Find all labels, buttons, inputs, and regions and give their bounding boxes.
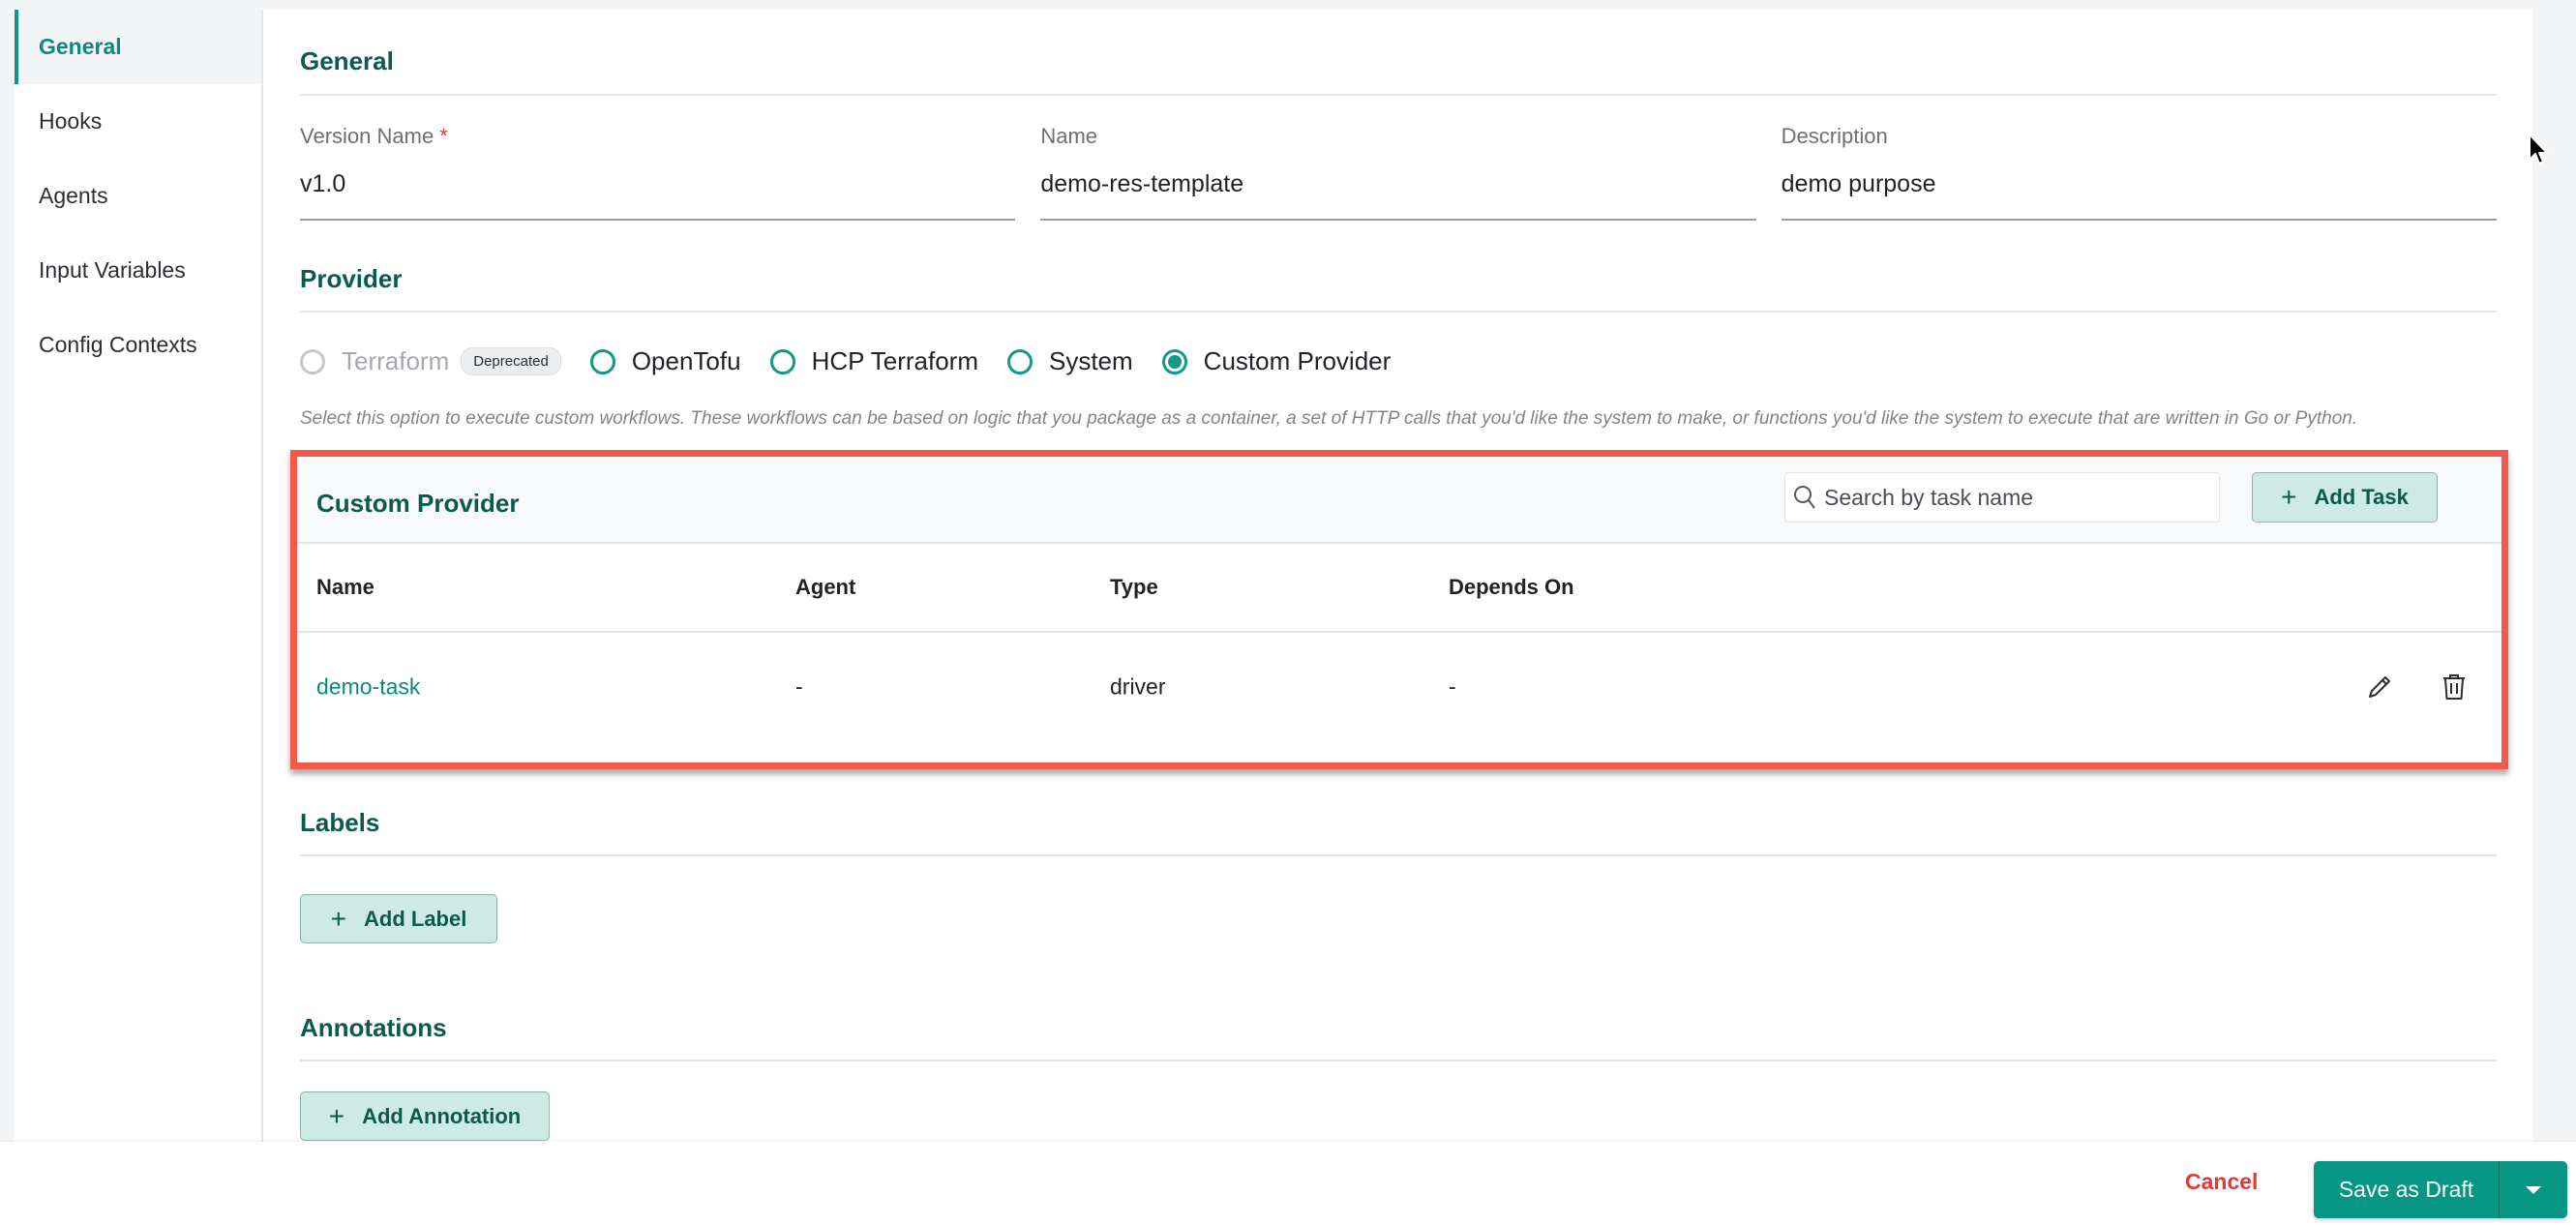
version-name-label-text: Version Name: [300, 124, 434, 148]
task-agent: -: [795, 673, 803, 700]
add-annotation-button[interactable]: + Add Annotation: [300, 1091, 550, 1141]
plus-icon: +: [2281, 482, 2297, 512]
cancel-button[interactable]: Cancel: [2185, 1169, 2258, 1195]
caret-down-icon: [2526, 1185, 2541, 1194]
description-field: Description demo purpose: [1781, 124, 2497, 221]
task-type: driver: [1110, 673, 1166, 700]
add-label-text: Add Label: [364, 906, 467, 931]
provider-section-title: Provider: [300, 264, 403, 293]
footer-bar: Cancel Save as Draft: [0, 1142, 2576, 1225]
custom-provider-header: Custom Provider + Add Task: [297, 457, 2501, 544]
main-panel: General Hooks Agents Input Variables Con…: [15, 10, 2532, 1142]
mouse-cursor-icon: [2529, 134, 2548, 164]
provider-radio-group: Terraform Deprecated OpenTofu HCP Terraf…: [300, 346, 1420, 376]
table-header: Name Agent Type Depends On: [297, 544, 2501, 633]
radio-opentofu[interactable]: OpenTofu: [589, 346, 741, 376]
labels-section-title: Labels: [300, 808, 380, 837]
radio-circle-icon: [769, 348, 795, 374]
task-search: [1784, 472, 2220, 523]
sidebar-item-config-contexts[interactable]: Config Contexts: [15, 308, 261, 382]
required-mark: *: [439, 124, 448, 148]
version-name-input[interactable]: v1.0: [300, 153, 1016, 221]
column-header-agent[interactable]: Agent: [795, 575, 855, 600]
deprecated-badge: Deprecated: [461, 347, 561, 375]
radio-label: OpenTofu: [631, 346, 741, 375]
version-name-field: Version Name * v1.0: [300, 124, 1016, 221]
divider: [300, 1060, 2497, 1061]
provider-help-text: Select this option to execute custom wor…: [300, 408, 2358, 429]
table-row: demo-task - driver -: [297, 633, 2501, 741]
add-label-button[interactable]: + Add Label: [300, 894, 497, 943]
trash-icon[interactable]: [2438, 671, 2471, 703]
name-input[interactable]: demo-res-template: [1040, 153, 1756, 221]
description-input[interactable]: demo purpose: [1781, 153, 2497, 221]
search-icon: [1785, 473, 1824, 522]
sidebar-item-input-variables[interactable]: Input Variables: [15, 233, 261, 308]
radio-dot: [1167, 354, 1182, 369]
radio-label: Custom Provider: [1203, 346, 1392, 375]
divider: [300, 311, 2497, 313]
description-label: Description: [1781, 124, 1888, 148]
sidebar-item-general[interactable]: General: [15, 10, 261, 84]
save-button-group: Save as Draft: [2314, 1161, 2567, 1218]
add-task-label: Add Task: [2314, 485, 2409, 509]
save-as-draft-button[interactable]: Save as Draft: [2314, 1161, 2500, 1218]
column-header-name[interactable]: Name: [316, 575, 374, 600]
column-header-type[interactable]: Type: [1110, 575, 1158, 600]
radio-circle-icon: [300, 348, 325, 374]
radio-label: System: [1048, 346, 1133, 375]
highlight-box: Custom Provider + Add Task Name Agent: [290, 450, 2508, 769]
column-header-depends-on[interactable]: Depends On: [1449, 575, 1574, 600]
radio-system[interactable]: System: [1006, 346, 1133, 376]
custom-provider-card: Custom Provider + Add Task Name Agent: [297, 457, 2501, 762]
name-label: Name: [1040, 124, 1098, 148]
add-task-button[interactable]: + Add Task: [2252, 472, 2438, 523]
radio-label: HCP Terraform: [811, 346, 978, 375]
task-depends-on: -: [1449, 673, 1456, 700]
radio-label: Terraform: [342, 346, 450, 375]
sidebar-item-agents[interactable]: Agents: [15, 159, 261, 233]
version-name-label: Version Name *: [300, 124, 1015, 153]
task-search-input[interactable]: [1824, 484, 2202, 511]
add-annotation-text: Add Annotation: [362, 1103, 522, 1128]
radio-circle-icon: [589, 348, 615, 374]
annotations-section-title: Annotations: [300, 1013, 447, 1042]
custom-provider-title: Custom Provider: [316, 489, 520, 518]
task-name-link[interactable]: demo-task: [316, 674, 420, 701]
divider: [300, 94, 2497, 96]
edit-icon[interactable]: [2363, 671, 2396, 703]
plus-icon: +: [328, 1100, 345, 1131]
radio-hcp-terraform[interactable]: HCP Terraform: [769, 346, 978, 376]
save-options-dropdown[interactable]: [2500, 1161, 2567, 1218]
general-section-title: General: [300, 46, 394, 75]
radio-selected-icon: [1161, 348, 1187, 374]
sidebar: General Hooks Agents Input Variables Con…: [15, 10, 263, 1142]
sidebar-item-hooks[interactable]: Hooks: [15, 84, 261, 159]
radio-custom-provider[interactable]: Custom Provider: [1161, 346, 1392, 376]
name-field: Name demo-res-template: [1040, 124, 1756, 221]
radio-terraform[interactable]: Terraform Deprecated: [300, 346, 561, 376]
plus-icon: +: [330, 903, 346, 934]
radio-circle-icon: [1006, 348, 1033, 374]
general-fields: Version Name * v1.0 Name demo-res-templat…: [300, 124, 2497, 221]
divider: [300, 854, 2497, 856]
